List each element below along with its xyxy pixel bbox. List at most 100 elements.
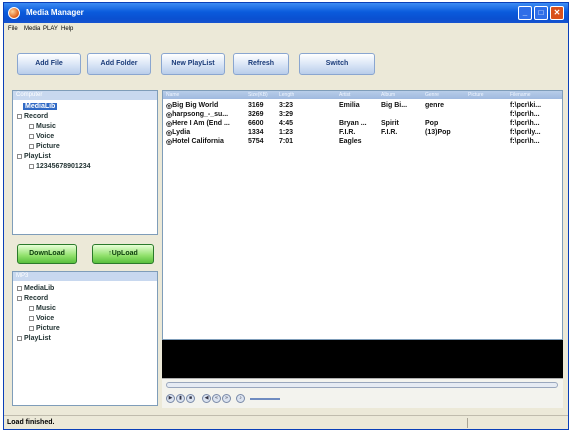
status-bar: Load finished.	[4, 415, 568, 429]
cell-size: 3169	[248, 102, 264, 109]
window-title: Media Manager	[26, 8, 84, 17]
expand-icon[interactable]	[17, 335, 22, 341]
minimize-button[interactable]: _	[518, 6, 532, 20]
mp3-tree-item-music[interactable]: Music	[29, 305, 56, 312]
column-header-album[interactable]: Album	[381, 92, 395, 98]
cell-genre: genre	[425, 102, 445, 109]
column-header-size[interactable]: Size(KB)	[248, 92, 268, 98]
stop-icon[interactable]: ■	[186, 394, 195, 403]
tree-item-music[interactable]: Music	[29, 123, 56, 130]
volume-slider[interactable]	[250, 398, 280, 400]
rewind-icon[interactable]: «	[212, 394, 221, 403]
app-icon	[8, 7, 20, 19]
mp3-tree-item-playlist[interactable]: PlayList	[17, 335, 51, 342]
seek-slider[interactable]	[166, 382, 558, 388]
new-playlist-button[interactable]: New PlayList	[161, 53, 225, 75]
cell-genre: Pop	[425, 120, 439, 127]
upload-button[interactable]: ↑UpLoad	[92, 244, 154, 264]
cell-size: 1334	[248, 129, 264, 136]
cell-name-text: harpsong_-_su...	[172, 111, 229, 118]
add-folder-button[interactable]: Add Folder	[87, 53, 151, 75]
mp3-tree-item-voice[interactable]: Voice	[29, 315, 54, 322]
column-header-genre[interactable]: Genre	[425, 92, 439, 98]
tree-label: Voice	[36, 133, 55, 140]
cell-filename: f:\pcr\ki...	[510, 102, 542, 109]
tree-item-picture[interactable]: Picture	[29, 143, 60, 150]
playback-controls: ▶ ▮ ■ ◀ « » ♪	[162, 378, 563, 408]
cell-album: Spirit	[381, 120, 399, 127]
cell-name: ◎ Lydia	[166, 129, 191, 137]
cell-artist: Emilia	[339, 102, 360, 109]
file-list: Name Size(KB) Length Artist Album Genre …	[162, 90, 563, 340]
tree-item-playlist-entry[interactable]: 12345678901234	[29, 163, 91, 170]
column-header-artist[interactable]: Artist	[339, 92, 350, 98]
tree-item-record[interactable]: Record	[17, 113, 48, 120]
cell-size: 6600	[248, 120, 264, 127]
cell-name-text: Here I Am (End ...	[172, 120, 230, 127]
status-divider	[467, 418, 468, 428]
cell-artist: F.I.R.	[339, 129, 356, 136]
tree-item-medialib[interactable]: MediaLib	[23, 103, 58, 110]
cell-length: 3:29	[279, 111, 294, 118]
table-row[interactable]: ◎ Here I Am (End ... 6600 4:45 Bryan ... …	[163, 120, 562, 129]
table-row[interactable]: ◎ Big Big World 3169 3:23 Emilia Big Bi..…	[163, 102, 562, 111]
column-header-name[interactable]: Name	[166, 92, 179, 98]
download-label: DownLoad	[29, 250, 65, 257]
title-bar[interactable]: Media Manager _ □ ✕	[4, 3, 568, 23]
tree-label: Picture	[36, 325, 60, 332]
cell-album: F.I.R.	[381, 129, 398, 136]
menu-play[interactable]: PLAY	[43, 26, 58, 32]
previous-icon[interactable]: ◀	[202, 394, 211, 403]
download-button[interactable]: DownLoad	[17, 244, 77, 264]
cell-name: ◎ Hotel California	[166, 138, 224, 146]
tree-item-voice[interactable]: Voice	[29, 133, 54, 140]
table-row[interactable]: ◎ Lydia 1334 1:23 F.I.R. F.I.R. (13)Pop f…	[163, 129, 562, 138]
mp3-tree-item-picture[interactable]: Picture	[29, 325, 60, 332]
expand-icon[interactable]	[17, 285, 22, 291]
column-header-picture[interactable]: Picture	[468, 92, 484, 98]
expand-icon[interactable]	[17, 295, 22, 301]
mp3-tree-item-medialib[interactable]: MediaLib	[17, 285, 54, 292]
cell-length: 1:23	[279, 129, 294, 136]
cell-length: 3:23	[279, 102, 294, 109]
mp3-panel-header: MP3	[13, 272, 157, 281]
cell-size: 5754	[248, 138, 264, 145]
tree-label: Record	[24, 113, 49, 120]
mp3-tree-item-record[interactable]: Record	[17, 295, 48, 302]
play-icon[interactable]: ▶	[166, 394, 175, 403]
cell-name: ◎ Big Big World	[166, 102, 219, 110]
table-row[interactable]: ◎ harpsong_-_su... 3269 3:29 f:\pcr\h...	[163, 111, 562, 120]
expand-icon[interactable]	[17, 113, 22, 119]
cell-album: Big Bi...	[381, 102, 408, 109]
cell-filename: f:\pcr\h...	[510, 138, 540, 145]
tree-label: MediaLib	[24, 285, 55, 292]
cell-filename: f:\pcr\h...	[510, 120, 540, 127]
column-header-length[interactable]: Length	[279, 92, 294, 98]
expand-icon[interactable]	[17, 153, 22, 159]
tree-item-playlist[interactable]: PlayList	[17, 153, 51, 160]
menu-media[interactable]: Media	[24, 26, 40, 32]
video-display	[162, 340, 563, 378]
column-header-filename[interactable]: Filename	[510, 92, 531, 98]
folder-icon	[29, 315, 34, 321]
menu-file[interactable]: File	[8, 26, 18, 32]
close-button[interactable]: ✕	[550, 6, 564, 20]
main-window: Media Manager _ □ ✕ File Media PLAY Help…	[3, 2, 569, 430]
cell-filename: f:\pcr\h...	[510, 111, 540, 118]
mute-icon[interactable]: ♪	[236, 394, 245, 403]
tree-label: MediaLib	[25, 103, 56, 110]
menu-help[interactable]: Help	[61, 26, 73, 32]
switch-button[interactable]: Switch	[299, 53, 375, 75]
add-file-button[interactable]: Add File	[17, 53, 81, 75]
cell-genre: (13)Pop	[425, 129, 451, 136]
cell-artist: Bryan ...	[339, 120, 367, 127]
folder-icon	[29, 325, 34, 331]
maximize-button[interactable]: □	[534, 6, 548, 20]
tree-label: PlayList	[24, 335, 51, 342]
pause-icon[interactable]: ▮	[176, 394, 185, 403]
table-row[interactable]: ◎ Hotel California 5754 7:01 Eagles f:\pc…	[163, 138, 562, 147]
refresh-button[interactable]: Refresh	[233, 53, 289, 75]
cell-name-text: Big Big World	[172, 102, 219, 109]
status-text: Load finished.	[7, 419, 55, 426]
next-icon[interactable]: »	[222, 394, 231, 403]
